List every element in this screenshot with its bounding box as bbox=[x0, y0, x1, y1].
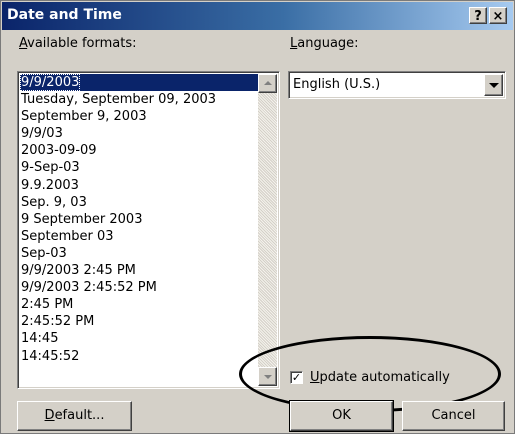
language-dropdown[interactable]: English (U.S.) bbox=[288, 71, 506, 99]
default-button[interactable]: Default... bbox=[17, 401, 132, 431]
format-list-item[interactable]: 9/9/2003 2:45 PM bbox=[20, 262, 258, 279]
format-list-item[interactable]: 14:45:52 bbox=[20, 348, 258, 365]
cancel-button[interactable]: Cancel bbox=[402, 401, 505, 431]
title-bar: Date and Time ? × bbox=[2, 2, 513, 30]
language-dropdown-button[interactable] bbox=[484, 74, 503, 96]
help-button[interactable]: ? bbox=[469, 7, 487, 24]
format-list-item[interactable]: 14:45 bbox=[20, 330, 258, 347]
format-list-item[interactable]: September 9, 2003 bbox=[20, 108, 258, 125]
format-list-item[interactable]: 9/9/2003 2:45:52 PM bbox=[20, 279, 258, 296]
format-list-item[interactable]: 2:45:52 PM bbox=[20, 313, 258, 330]
format-list-item[interactable]: Sep-03 bbox=[20, 245, 258, 262]
help-icon: ? bbox=[474, 9, 482, 24]
format-list-item[interactable]: Sep. 9, 03 bbox=[20, 194, 258, 211]
format-list-item[interactable]: 9.9.2003 bbox=[20, 177, 258, 194]
dialog-title: Date and Time bbox=[7, 7, 122, 23]
close-button[interactable]: × bbox=[489, 7, 507, 24]
scroll-up-button[interactable] bbox=[258, 74, 277, 93]
available-formats-label: Available formats: bbox=[19, 36, 137, 51]
listbox-scrollbar[interactable] bbox=[258, 74, 277, 386]
ok-button[interactable]: OK bbox=[289, 400, 394, 432]
scroll-up-arrow-icon bbox=[264, 81, 272, 85]
format-list-item[interactable]: 9 September 2003 bbox=[20, 211, 258, 228]
format-list: 9/9/2003 Tuesday, September 09, 2003 Septe… bbox=[20, 74, 258, 386]
available-formats-listbox[interactable]: 9/9/2003 Tuesday, September 09, 2003 Septe… bbox=[17, 71, 280, 389]
close-icon: × bbox=[492, 9, 504, 24]
format-list-item[interactable]: 9-Sep-03 bbox=[20, 159, 258, 176]
language-value: English (U.S.) bbox=[293, 77, 381, 92]
format-list-item[interactable]: 2003-09-09 bbox=[20, 142, 258, 159]
format-list-item[interactable]: 2:45 PM bbox=[20, 296, 258, 313]
format-list-item[interactable]: 9/9/2003 bbox=[20, 74, 258, 92]
language-label: Language: bbox=[290, 36, 359, 51]
format-list-item[interactable]: September 03 bbox=[20, 228, 258, 245]
chevron-down-icon bbox=[489, 83, 499, 88]
date-and-time-dialog: Date and Time ? × Available formats: 9/9… bbox=[0, 0, 515, 434]
format-list-item[interactable]: 9/9/03 bbox=[20, 125, 258, 142]
format-list-item[interactable]: Tuesday, September 09, 2003 bbox=[20, 91, 258, 108]
